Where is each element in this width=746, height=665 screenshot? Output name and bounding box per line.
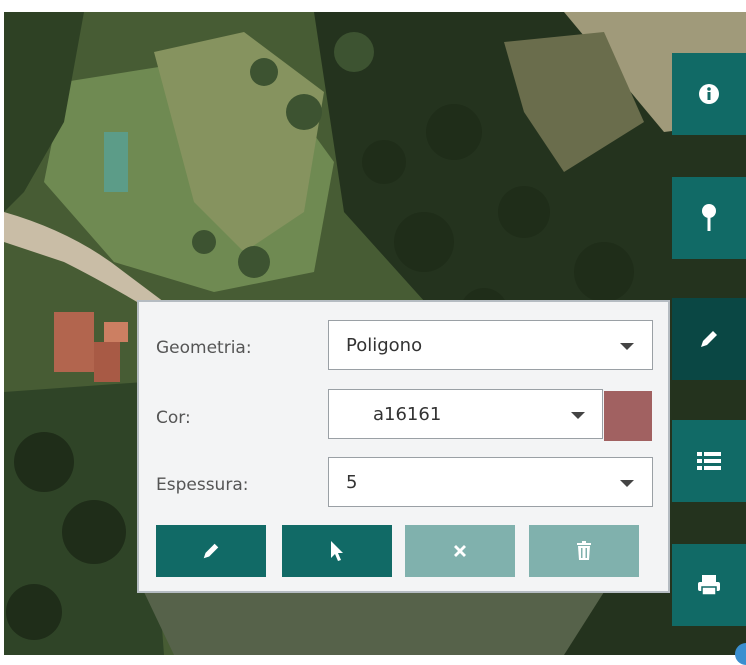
pencil-icon — [701, 331, 717, 347]
print-icon — [698, 575, 720, 596]
geometry-value: Poligono — [346, 335, 423, 356]
delete-tool-button[interactable] — [529, 525, 639, 577]
chevron-down-icon — [620, 480, 634, 487]
globe-icon — [735, 643, 746, 665]
map-pin-icon — [702, 204, 716, 231]
pencil-icon — [203, 543, 219, 559]
geometry-label: Geometria: — [156, 338, 252, 358]
trash-icon — [577, 541, 591, 560]
thickness-select[interactable]: 5 — [328, 457, 653, 507]
draw-panel: Geometria: Poligono Cor: a16161 Espessur… — [137, 300, 670, 593]
chevron-down-icon — [571, 412, 585, 419]
info-icon — [699, 84, 719, 104]
geometry-select[interactable]: Poligono — [328, 320, 653, 370]
chevron-down-icon — [620, 343, 634, 350]
color-select[interactable]: a16161 — [328, 389, 603, 439]
list-icon — [697, 452, 721, 470]
color-value: a16161 — [373, 404, 442, 425]
cancel-tool-button[interactable] — [405, 525, 515, 577]
info-button[interactable] — [672, 53, 746, 135]
thickness-label: Espessura: — [156, 475, 249, 495]
times-icon — [454, 545, 466, 557]
draw-tool-button[interactable] — [156, 525, 266, 577]
layers-list-button[interactable] — [672, 420, 746, 502]
select-tool-button[interactable] — [282, 525, 392, 577]
print-button[interactable] — [672, 544, 746, 626]
cursor-icon — [331, 541, 343, 561]
color-swatch[interactable] — [604, 391, 652, 441]
color-label: Cor: — [156, 408, 191, 428]
marker-button[interactable] — [672, 177, 746, 259]
thickness-value: 5 — [346, 472, 358, 493]
draw-button[interactable] — [672, 298, 746, 380]
